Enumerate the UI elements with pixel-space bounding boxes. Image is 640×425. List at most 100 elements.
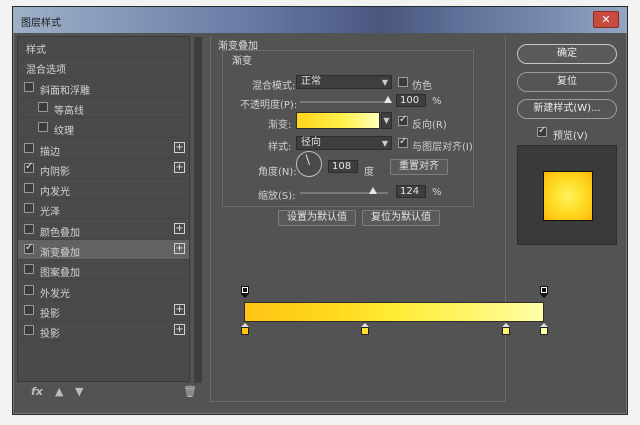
make-default-button[interactable]: 设置为默认值: [278, 210, 356, 226]
style-list-label: 颜色叠加: [40, 227, 80, 239]
color-stop[interactable]: [361, 323, 369, 335]
angle-dial[interactable]: [296, 151, 322, 177]
style-checkbox[interactable]: [24, 203, 34, 214]
angle-label: 角度(N):: [258, 167, 297, 178]
style-list-label: 图案叠加: [40, 268, 80, 280]
style-list-item[interactable]: 混合选项: [18, 57, 189, 78]
blend-mode-value: 正常: [301, 76, 321, 87]
style-list-label: 内阴影: [40, 166, 70, 178]
style-list-item[interactable]: 投影 +: [18, 321, 189, 342]
ok-button[interactable]: 确定: [517, 44, 617, 64]
style-list-item[interactable]: 投影 +: [18, 301, 189, 321]
style-list-label: 描边: [40, 146, 60, 158]
style-list-toolbar: fx ▲ ▼ 🗑: [17, 384, 200, 404]
gradient-picker-chevron-icon[interactable]: ▼: [381, 112, 392, 129]
style-list-label: 投影: [40, 329, 60, 341]
style-list-scrollbar[interactable]: [194, 37, 202, 383]
style-checkbox[interactable]: [38, 122, 48, 133]
style-checkbox[interactable]: [24, 284, 34, 295]
scale-slider-thumb[interactable]: [368, 187, 377, 194]
opacity-slider-thumb[interactable]: [384, 96, 392, 103]
scale-percent: %: [432, 187, 442, 198]
blend-mode-label: 混合模式:: [252, 81, 296, 92]
add-icon[interactable]: +: [174, 324, 185, 336]
reverse-checkbox[interactable]: [398, 114, 408, 126]
dither-checkbox[interactable]: [398, 77, 408, 87]
close-button[interactable]: ✕: [593, 11, 619, 28]
style-list-item[interactable]: 图案叠加: [18, 260, 189, 281]
reset-default-button[interactable]: 复位为默认值: [362, 210, 440, 226]
dither-label: 仿色: [412, 81, 432, 92]
reset-button[interactable]: 复位: [517, 72, 617, 92]
style-list-item[interactable]: 颜色叠加 +: [18, 220, 189, 240]
style-checkbox[interactable]: [38, 101, 48, 112]
style-checkbox[interactable]: [24, 161, 34, 173]
opacity-slider-track[interactable]: [300, 101, 388, 103]
style-list-item[interactable]: 等高线: [18, 98, 189, 118]
gradient-swatch[interactable]: [296, 112, 380, 129]
arrow-down-icon[interactable]: ▼: [75, 385, 83, 398]
add-icon[interactable]: +: [174, 141, 185, 153]
opacity-stop-left[interactable]: [241, 286, 249, 298]
style-list-item[interactable]: 纹理: [18, 118, 189, 139]
add-icon[interactable]: +: [174, 161, 185, 173]
chevron-down-icon: ▼: [381, 78, 388, 87]
style-list-item[interactable]: 渐变叠加 +: [18, 240, 189, 260]
opacity-stop-right[interactable]: [540, 286, 548, 298]
reset-alignment-button[interactable]: 重置对齐: [390, 159, 448, 175]
style-list-label: 光泽: [40, 207, 60, 219]
style-list-label: 样式: [26, 45, 46, 56]
style-list-item[interactable]: 外发光: [18, 281, 189, 301]
gradient-label: 渐变:: [268, 120, 292, 131]
style-list-item[interactable]: 内阴影 +: [18, 159, 189, 179]
style-checkbox[interactable]: [24, 81, 34, 92]
add-icon[interactable]: +: [174, 222, 185, 234]
style-list-item[interactable]: 样式: [18, 37, 189, 57]
style-list-item[interactable]: 描边 +: [18, 139, 189, 159]
style-list-label: 外发光: [40, 288, 70, 300]
opacity-input[interactable]: 100: [396, 94, 426, 107]
angle-input[interactable]: 108: [328, 160, 358, 173]
color-stop[interactable]: [540, 323, 548, 335]
color-stop[interactable]: [241, 323, 249, 335]
preview-area: [517, 145, 617, 245]
style-list-label: 纹理: [54, 126, 74, 138]
style-checkbox[interactable]: [24, 242, 34, 254]
subgroup-title: 渐变: [232, 56, 252, 67]
gradient-style-select[interactable]: 径向 ▼: [296, 136, 392, 150]
angle-degree-unit: 度: [364, 167, 374, 178]
blend-mode-select[interactable]: 正常 ▼: [296, 75, 392, 89]
align-with-layer-label: 与图层对齐(I): [412, 142, 473, 153]
align-with-layer-checkbox[interactable]: [398, 136, 408, 148]
preview-checkbox[interactable]: [537, 125, 547, 137]
style-list-item[interactable]: 斜面和浮雕: [18, 78, 189, 98]
scale-input[interactable]: 124: [396, 185, 426, 198]
style-checkbox[interactable]: [24, 264, 34, 275]
style-checkbox[interactable]: [24, 325, 34, 336]
style-checkbox[interactable]: [24, 142, 34, 153]
gradient-style-value: 径向: [301, 137, 321, 148]
style-list-label: 渐变叠加: [40, 248, 80, 259]
preview-swatch: [543, 171, 593, 221]
add-icon[interactable]: +: [174, 243, 185, 254]
style-list: 样式混合选项斜面和浮雕等高线纹理描边 + 内阴影 + 内发光光泽颜色叠加 + 渐变叠加 + 图案…: [17, 36, 202, 383]
fx-icon[interactable]: fx: [31, 385, 43, 398]
style-list-item[interactable]: 光泽: [18, 199, 189, 220]
style-checkbox[interactable]: [24, 183, 34, 194]
add-icon[interactable]: +: [174, 303, 185, 315]
style-list-item[interactable]: 内发光: [18, 179, 189, 200]
gradient-bar[interactable]: [244, 302, 544, 322]
scale-label: 缩放(S):: [258, 191, 296, 202]
style-list-label: 混合选项: [26, 65, 66, 77]
style-list-label: 投影: [40, 308, 60, 320]
new-style-button[interactable]: 新建样式(W)...: [517, 99, 617, 119]
preview-label: 预览(V): [553, 131, 588, 142]
arrow-up-icon[interactable]: ▲: [55, 385, 63, 398]
style-checkbox[interactable]: [24, 223, 34, 234]
opacity-percent: %: [432, 96, 442, 107]
title-bar[interactable]: 图层样式 ✕: [13, 7, 627, 33]
trash-icon[interactable]: 🗑: [183, 385, 197, 398]
chevron-down-icon: ▼: [381, 139, 388, 148]
color-stop[interactable]: [502, 323, 510, 335]
style-checkbox[interactable]: [24, 304, 34, 315]
